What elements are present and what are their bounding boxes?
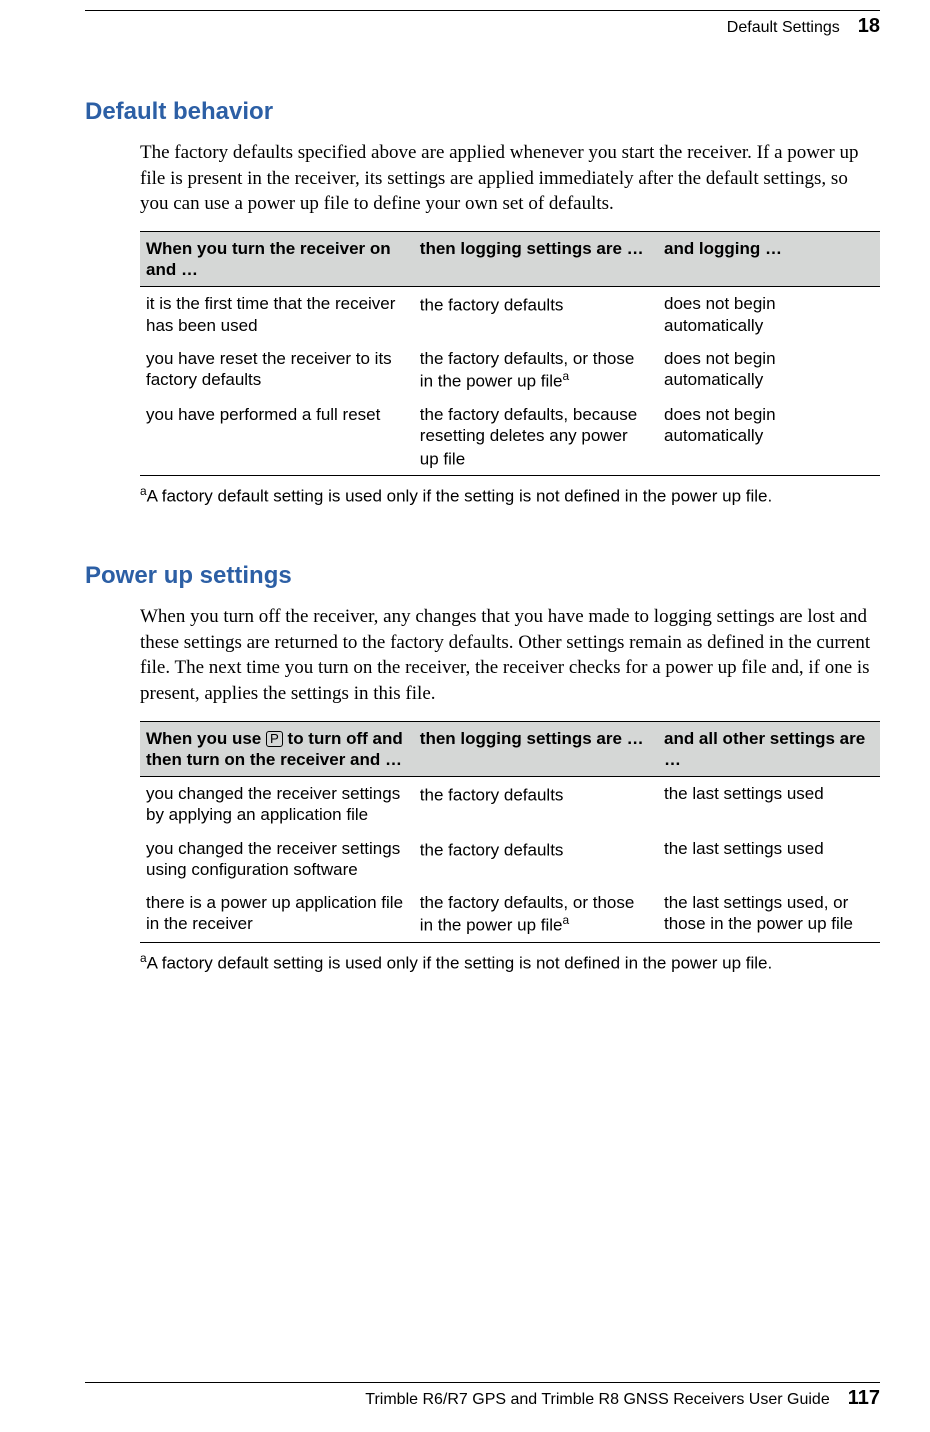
heading-default-behavior: Default behavior	[85, 98, 880, 126]
table-cell: the factory defaults, or those in the po…	[414, 342, 658, 398]
table-header: then logging settings are …	[414, 721, 658, 777]
table-cell: there is a power up application file in …	[140, 886, 414, 943]
table-cell: it is the first time that the receiver h…	[140, 287, 414, 342]
table-header: then logging settings are …	[414, 231, 658, 287]
table-cell: does not begin automatically	[658, 287, 880, 342]
heading-power-up-settings: Power up settings	[85, 562, 880, 590]
table-cell: the factory defaults, because resetting …	[414, 398, 658, 476]
footnote-default-behavior: aA factory default setting is used only …	[140, 484, 880, 507]
table-cell: you changed the receiver settings by app…	[140, 777, 414, 832]
footer-rule	[85, 1382, 880, 1383]
table-cell: the factory defaults	[414, 287, 658, 342]
table-default-behavior: When you turn the receiver on and … then…	[140, 231, 880, 477]
footer-doc-title: Trimble R6/R7 GPS and Trimble R8 GNSS Re…	[365, 1391, 829, 1409]
page-header: Default Settings 18	[85, 15, 880, 68]
table-cell: does not begin automatically	[658, 398, 880, 476]
table-cell: the factory defaults, or those in the po…	[414, 886, 658, 943]
page-footer: Trimble R6/R7 GPS and Trimble R8 GNSS Re…	[85, 1382, 880, 1410]
table-cell: the last settings used, or those in the …	[658, 886, 880, 943]
table-power-up-settings: When you use P to turn off and then turn…	[140, 721, 880, 944]
table-cell: the last settings used	[658, 832, 880, 887]
header-section-title: Default Settings	[727, 19, 840, 37]
body-power-up-settings: When you turn off the receiver, any chan…	[140, 604, 880, 707]
table-cell: the factory defaults	[414, 777, 658, 832]
power-button-icon: P	[266, 731, 283, 747]
footnote-power-up-settings: aA factory default setting is used only …	[140, 951, 880, 974]
table-header: When you use P to turn off and then turn…	[140, 721, 414, 777]
table-cell: does not begin automatically	[658, 342, 880, 398]
header-rule	[85, 10, 880, 11]
table-row: you changed the receiver settings by app…	[140, 777, 880, 832]
table-cell: you have performed a full reset	[140, 398, 414, 476]
footer-page-number: 117	[848, 1387, 880, 1410]
table-header: When you turn the receiver on and …	[140, 231, 414, 287]
table-row: you changed the receiver settings using …	[140, 832, 880, 887]
table-header: and logging …	[658, 231, 880, 287]
table-row: there is a power up application file in …	[140, 886, 880, 943]
table-cell: you have reset the receiver to its facto…	[140, 342, 414, 398]
table-row: you have performed a full reset the fact…	[140, 398, 880, 476]
table-row: you have reset the receiver to its facto…	[140, 342, 880, 398]
table-cell: you changed the receiver settings using …	[140, 832, 414, 887]
table-cell: the factory defaults	[414, 832, 658, 887]
table-header: and all other settings are …	[658, 721, 880, 777]
body-default-behavior: The factory defaults specified above are…	[140, 140, 880, 217]
table-row: it is the first time that the receiver h…	[140, 287, 880, 342]
header-chapter-number: 18	[858, 15, 880, 38]
table-cell: the last settings used	[658, 777, 880, 832]
